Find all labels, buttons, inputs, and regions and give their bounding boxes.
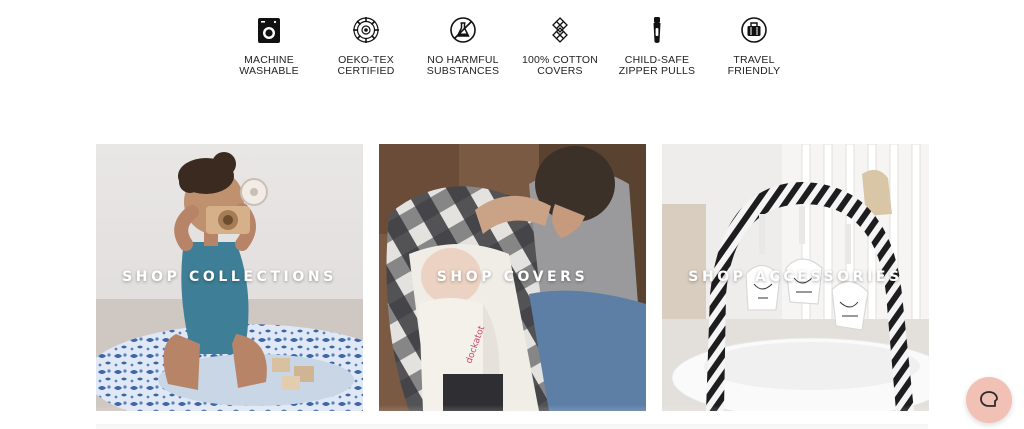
feature-label: NO HARMFUL SUBSTANCES — [415, 55, 511, 77]
feature-child-safe-zipper: CHILD-SAFE ZIPPER PULLS — [609, 16, 705, 77]
feature-label: OEKO-TEX CERTIFIED — [318, 55, 414, 77]
feature-travel-friendly: TRAVEL FRIENDLY — [706, 16, 802, 77]
washing-machine-icon — [258, 18, 280, 43]
feature-strip: MACHINE WASHABLE OEKO-TEX CERTIFIED NO H… — [0, 0, 1024, 110]
shop-covers-label[interactable]: SHOP COVERS — [379, 269, 646, 285]
feature-oeko-tex: OEKO-TEX CERTIFIED — [318, 16, 414, 77]
chat-bubble-icon — [980, 391, 998, 407]
luggage-icon — [741, 17, 767, 43]
section-divider — [96, 424, 928, 429]
feature-cotton-covers: 100% COTTON COVERS — [512, 16, 608, 77]
feature-label: TRAVEL FRIENDLY — [706, 55, 802, 77]
feature-machine-washable: MACHINE WASHABLE — [221, 16, 317, 77]
feature-label-line-2: WASHABLE — [239, 65, 299, 77]
feature-label-line-2: SUBSTANCES — [426, 65, 500, 77]
feature-no-harmful-substances: NO HARMFUL SUBSTANCES — [415, 16, 511, 77]
cotton-weave-icon — [552, 17, 568, 43]
feature-label: 100% COTTON COVERS — [512, 55, 608, 77]
zipper-pull-icon — [653, 17, 661, 43]
feature-label: MACHINE WASHABLE — [221, 55, 317, 77]
oeko-tex-badge-icon — [353, 17, 379, 43]
feature-label-line-2: ZIPPER PULLS — [618, 65, 696, 77]
feature-label-line-2: CERTIFIED — [337, 65, 395, 77]
feature-label: CHILD-SAFE ZIPPER PULLS — [609, 55, 705, 77]
shop-covers-tile[interactable]: dockatot SHOP COVERS — [379, 144, 646, 411]
shop-accessories-tile[interactable]: SHOP ACCESSORIES — [662, 144, 929, 411]
shop-accessories-label[interactable]: SHOP ACCESSORIES — [662, 269, 929, 285]
feature-label-line-2: FRIENDLY — [727, 65, 781, 77]
help-chat-button[interactable] — [966, 377, 1012, 423]
feature-label-line-2: COVERS — [537, 65, 583, 77]
no-chemicals-flask-icon — [450, 17, 476, 43]
shop-collections-label[interactable]: SHOP COLLECTIONS — [96, 269, 363, 285]
shop-collections-tile[interactable]: SHOP COLLECTIONS — [96, 144, 363, 411]
